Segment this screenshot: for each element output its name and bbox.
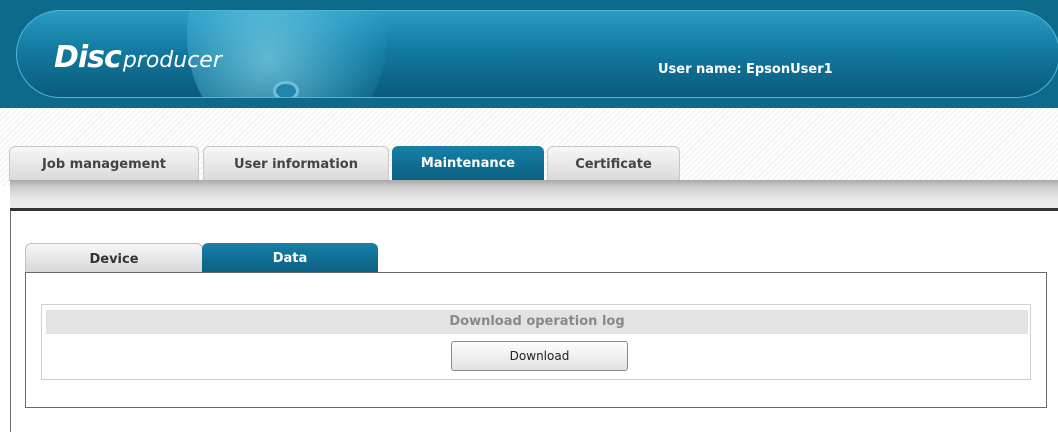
download-button[interactable]: Download bbox=[451, 341, 628, 371]
tab-bar bbox=[10, 180, 1058, 210]
tab-bar-divider bbox=[10, 208, 1058, 211]
disc-center-icon bbox=[273, 81, 299, 97]
user-name-label: User name: bbox=[658, 62, 742, 77]
user-name-value: EpsonUser1 bbox=[746, 62, 833, 77]
content-border bbox=[10, 210, 11, 432]
logo-disc-text: Disc bbox=[54, 40, 122, 75]
logo-producer-text: producer bbox=[122, 48, 222, 73]
subtab-data[interactable]: Data bbox=[202, 243, 378, 273]
subtab-device[interactable]: Device bbox=[25, 243, 203, 273]
section-title: Download operation log bbox=[46, 310, 1028, 334]
tab-user-information[interactable]: User information bbox=[203, 146, 389, 181]
tab-maintenance[interactable]: Maintenance bbox=[392, 146, 544, 181]
tab-job-management[interactable]: Job management bbox=[9, 146, 199, 181]
app-header: Discproducer User name: EpsonUser1 bbox=[0, 0, 1058, 108]
logo: Discproducer bbox=[54, 40, 222, 80]
download-log-section: Download operation log Download bbox=[41, 304, 1031, 380]
tab-certificate[interactable]: Certificate bbox=[547, 146, 680, 181]
data-panel: Download operation log Download bbox=[25, 272, 1047, 408]
